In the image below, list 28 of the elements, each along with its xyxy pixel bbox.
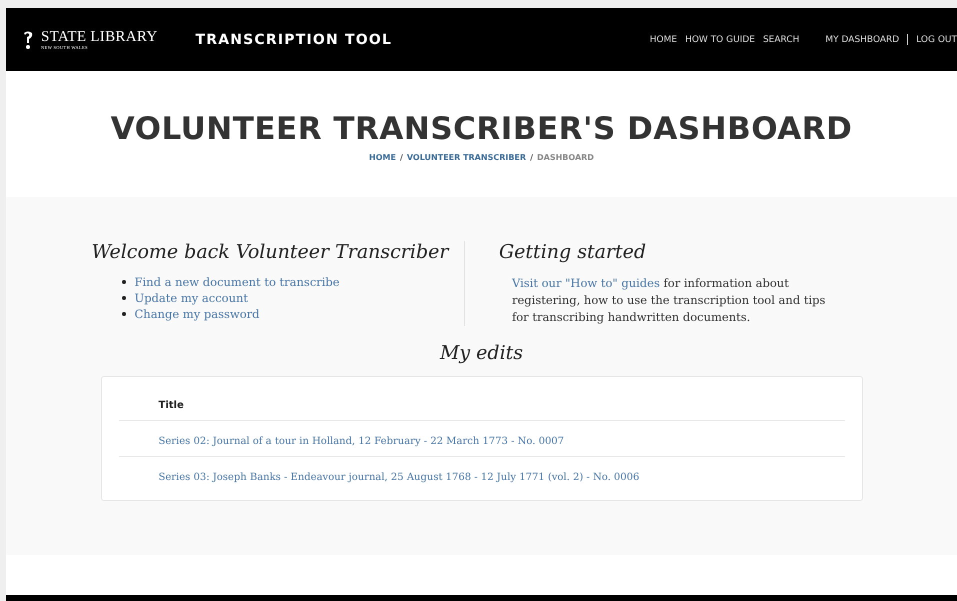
column-header: Title (158, 400, 184, 411)
nav-link[interactable]: LOG OUT (916, 34, 957, 44)
breadcrumb-current: DASHBOARD (536, 152, 594, 162)
nav-link[interactable]: MY DASHBOARD (825, 34, 900, 44)
nav-link[interactable]: HOW TO GUIDE (685, 34, 755, 44)
breadcrumb-separator: / (400, 152, 403, 162)
breadcrumb-separator: / (530, 152, 533, 162)
account-link[interactable]: Update my account (134, 291, 248, 305)
logo-name: STATE LIBRARY (41, 30, 158, 44)
edit-link[interactable]: Series 03: Joseph Banks - Endeavour journal, 25 August 1768 - 12 July 1771 (vol. 2) - No. 0006 (158, 472, 640, 483)
guides-link[interactable]: Visit our "How to" guides (512, 276, 660, 290)
bullet-icon (122, 312, 126, 316)
welcome-heading: Welcome back Volunteer Transcriber (92, 241, 450, 263)
logo-icon (22, 30, 34, 50)
nav-link[interactable]: HOME (650, 34, 678, 44)
nav-link[interactable]: SEARCH (762, 34, 800, 44)
edit-link[interactable]: Series 02: Journal of a tour in Holland, 12 February - 22 March 1773 - No. 0007 (158, 436, 564, 447)
bullet-icon (122, 280, 126, 284)
account-link[interactable]: Change my password (134, 307, 260, 321)
app-title: TRANSCRIPTION TOOL (195, 32, 392, 48)
page-title: VOLUNTEER TRANSCRIBER'S DASHBOARD (110, 110, 852, 146)
getting-started-text: Visit our "How to" guides for information about registering, how to use the transcription tool and tips for transcribing handwritten documents. (512, 275, 826, 326)
breadcrumb-link[interactable]: VOLUNTEER TRANSCRIBER (406, 152, 526, 162)
getting-started-heading: Getting started (499, 241, 648, 263)
breadcrumb-link[interactable]: HOME (369, 152, 396, 162)
bullet-icon (122, 296, 126, 300)
account-link[interactable]: Find a new document to transcribe (134, 275, 340, 289)
my-edits-heading: My edits (440, 342, 524, 364)
